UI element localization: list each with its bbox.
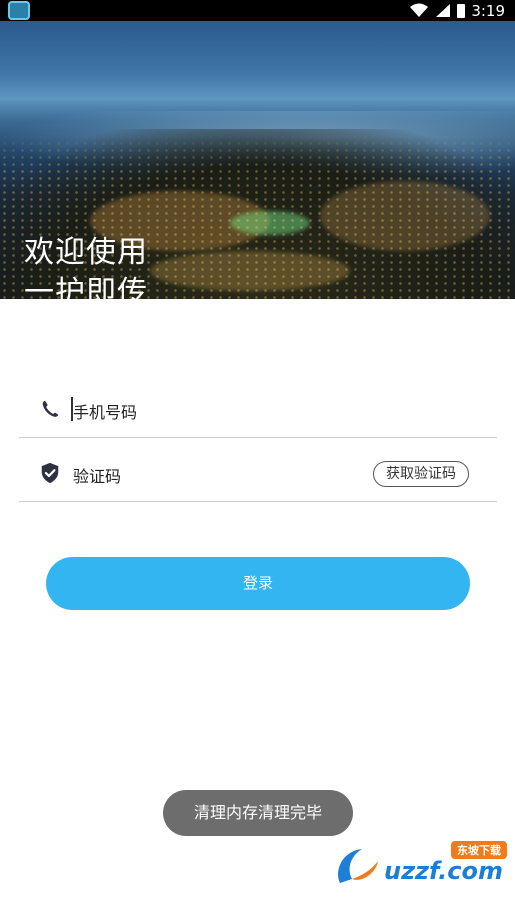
phone-field[interactable]: 手机号码 [19,380,497,438]
battery-icon [457,3,466,18]
welcome-title: 欢迎使用 一护即传 [24,233,148,299]
watermark-text: uzzf.com [384,857,503,885]
wifi-icon [410,3,429,17]
phone-icon [42,400,59,417]
toast-message: 清理内存清理完毕 [163,790,353,836]
clock: 3:19 [471,1,505,20]
login-button[interactable]: 登录 [46,557,470,610]
welcome-line-2: 一护即传 [24,275,148,299]
watermark: uzzf.com 东坡下载 [332,841,507,891]
shield-check-icon [41,462,59,484]
status-icons: 3:19 [409,0,505,21]
signal-icon [436,4,451,17]
verification-code-input[interactable]: 验证码 [73,463,121,487]
watermark-logo-icon [338,849,378,883]
get-code-button[interactable]: 获取验证码 [373,461,469,487]
welcome-line-1: 欢迎使用 [24,235,148,270]
hero-banner: 欢迎使用 一护即传 [0,21,515,299]
watermark-badge: 东坡下载 [451,841,507,859]
app-notification-icon [8,1,30,20]
status-bar: 3:19 [0,0,515,21]
verification-code-field[interactable]: 验证码 获取验证码 [19,444,497,502]
phone-input[interactable]: 手机号码 [73,399,137,423]
